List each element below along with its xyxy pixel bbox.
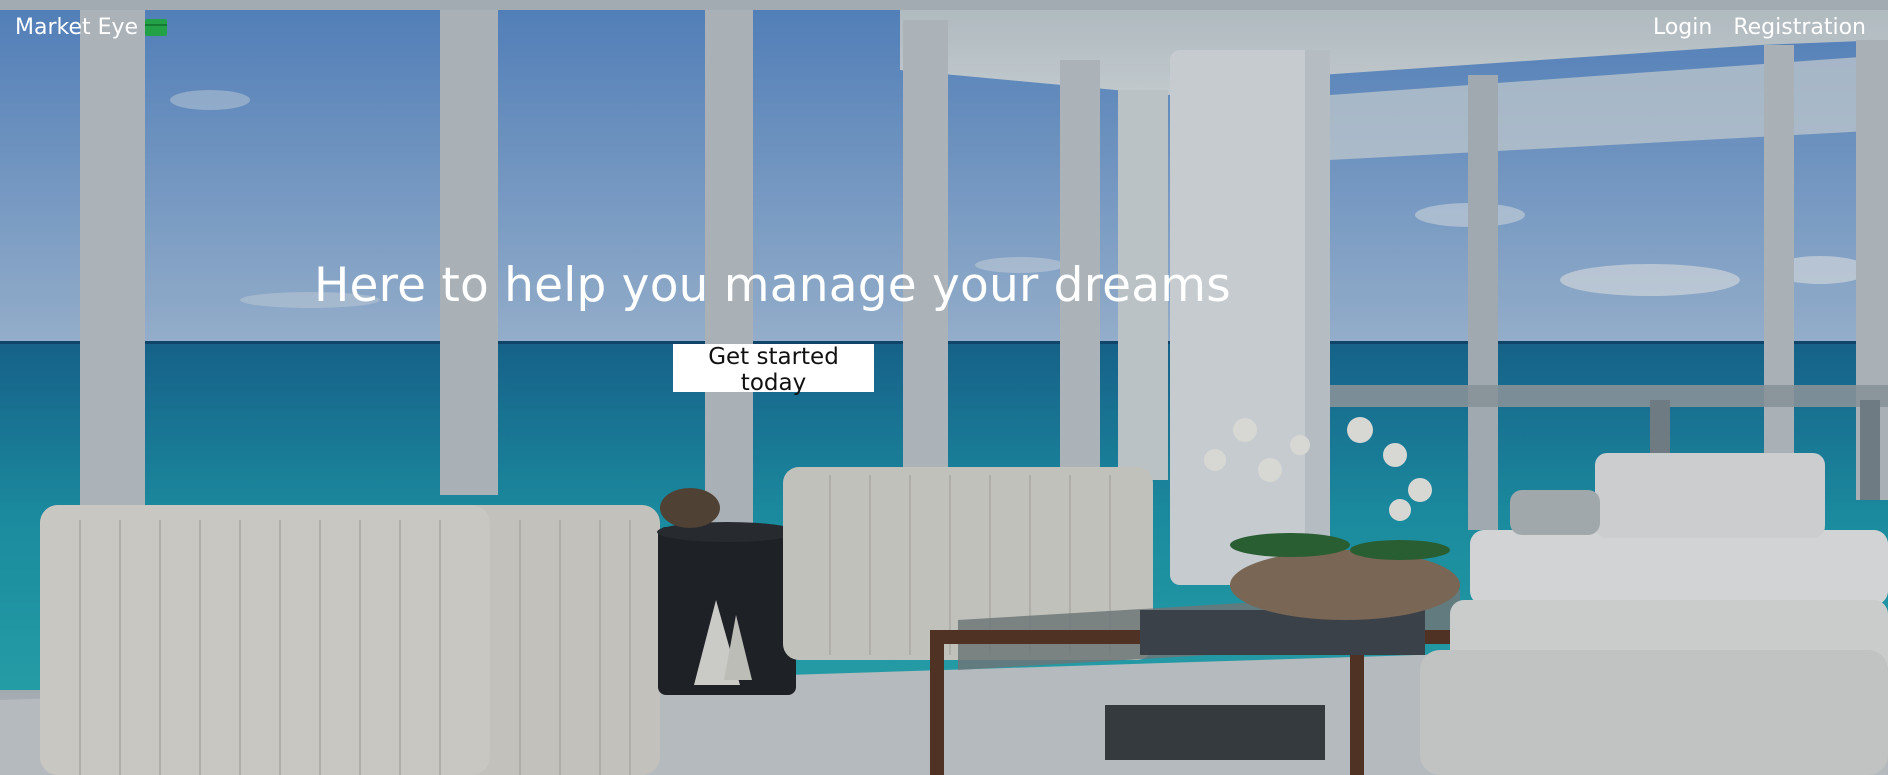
login-link[interactable]: Login xyxy=(1653,15,1712,40)
brand-link[interactable]: Market Eye xyxy=(15,15,168,40)
money-icon xyxy=(145,19,168,36)
hero-section: Market Eye Login Registration Here to he… xyxy=(0,0,1888,775)
nav-links: Login Registration xyxy=(1632,15,1866,40)
navbar: Market Eye Login Registration xyxy=(0,0,1888,58)
registration-link[interactable]: Registration xyxy=(1733,15,1866,40)
get-started-button[interactable]: Get started today xyxy=(673,344,874,396)
hero-headline: Here to help you manage your dreams xyxy=(314,258,1231,313)
brand-name: Market Eye xyxy=(15,15,139,40)
hero-background-image xyxy=(0,0,1888,775)
